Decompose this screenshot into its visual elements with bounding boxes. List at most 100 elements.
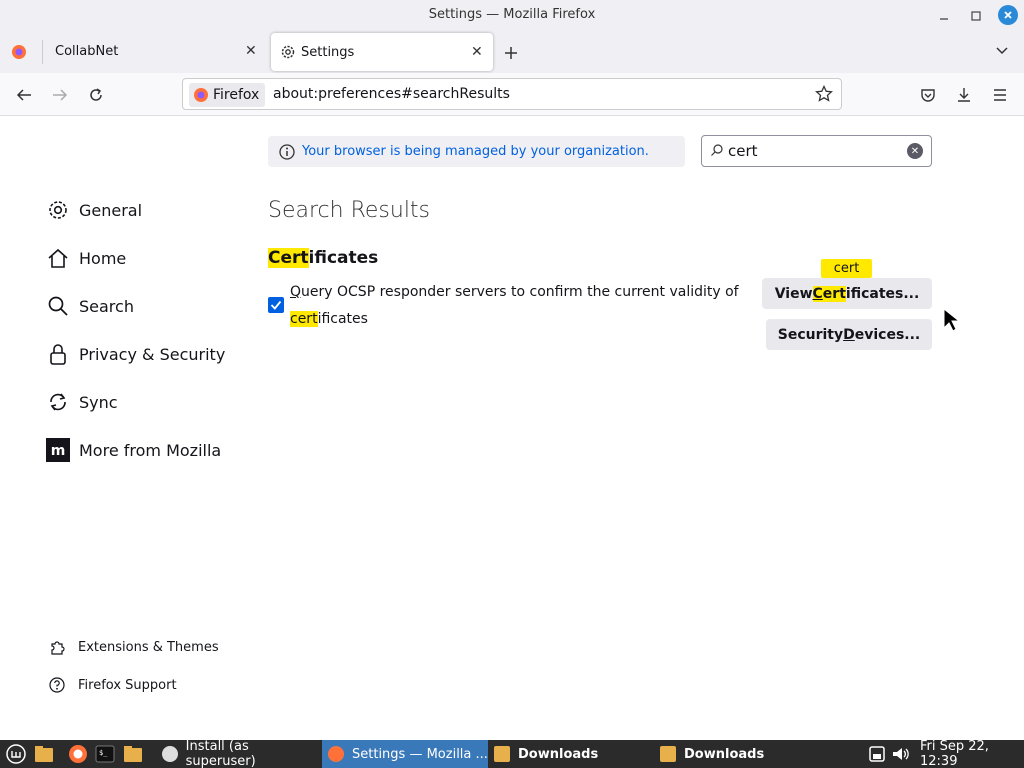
svg-text:$_: $_ xyxy=(99,749,108,757)
ocsp-label-continued[interactable]: certificates xyxy=(290,311,368,327)
task-firefox-settings[interactable]: Settings — Mozilla ... xyxy=(322,740,488,768)
clock[interactable]: Fri Sep 22, 12:39 xyxy=(920,739,1024,768)
close-tab-icon[interactable]: ✕ xyxy=(245,43,257,59)
clear-search-button[interactable]: ✕ xyxy=(907,143,923,159)
reload-icon xyxy=(90,88,102,101)
sidebar-item-search[interactable]: Search xyxy=(46,294,134,318)
firefox-launcher[interactable] xyxy=(68,740,88,768)
terminal-icon: $_ xyxy=(95,745,115,763)
maximize-button[interactable] xyxy=(965,5,987,27)
maximize-icon xyxy=(971,11,981,21)
sidebar-item-general[interactable]: General xyxy=(46,198,142,222)
gear-icon xyxy=(46,198,70,222)
mint-logo-icon xyxy=(6,744,26,764)
sidebar-item-label: Sync xyxy=(79,392,118,412)
bookmark-star-button[interactable] xyxy=(815,84,833,107)
new-tab-button[interactable] xyxy=(504,41,518,65)
svg-text:m: m xyxy=(51,443,66,459)
search-icon xyxy=(46,294,70,318)
sidebar-item-label: More from Mozilla xyxy=(79,440,222,460)
identity-box[interactable]: Firefox xyxy=(189,83,266,107)
sidebar-item-label: Home xyxy=(79,248,127,268)
task-label: Downloads xyxy=(684,746,765,762)
help-icon xyxy=(48,676,66,694)
policy-notice[interactable]: Your browser is being managed by your or… xyxy=(268,136,685,167)
page-title: Search Results xyxy=(268,198,431,223)
list-all-tabs-button[interactable] xyxy=(995,42,1009,61)
network-indicator[interactable] xyxy=(868,740,886,768)
back-arrow-icon xyxy=(16,89,31,101)
sidebar-item-home[interactable]: Home xyxy=(46,246,126,270)
close-tab-icon[interactable]: ✕ xyxy=(471,44,483,60)
forward-button[interactable] xyxy=(48,83,72,107)
installer-icon xyxy=(162,746,178,762)
gear-icon xyxy=(281,45,295,59)
minimize-icon xyxy=(940,18,948,20)
nav-bar: Firefox about:preferences#searchResults xyxy=(0,73,1024,116)
settings-search-input[interactable]: cert ✕ xyxy=(701,135,932,167)
puzzle-icon xyxy=(48,638,66,656)
close-window-button[interactable] xyxy=(998,5,1018,25)
app-menu-button[interactable] xyxy=(988,83,1012,107)
ocsp-label[interactable]: Query OCSP responder servers to confirm … xyxy=(290,284,739,300)
sidebar-item-more-from-mozilla[interactable]: m More from Mozilla xyxy=(46,438,221,462)
downloads-button[interactable] xyxy=(952,83,976,107)
sidebar-item-sync[interactable]: Sync xyxy=(46,390,118,414)
pocket-button[interactable] xyxy=(916,83,940,107)
sidebar-link-extensions-themes[interactable]: Extensions & Themes xyxy=(48,638,219,656)
tab-label: CollabNet xyxy=(55,43,119,59)
forward-arrow-icon xyxy=(53,89,68,101)
folder-download-icon xyxy=(494,746,510,762)
task-label: Downloads xyxy=(518,746,599,762)
title-bar: Settings — Mozilla Firefox xyxy=(0,0,1024,32)
view-certificates-button[interactable]: View Cert ificates... xyxy=(762,278,932,309)
mouse-cursor-icon xyxy=(943,308,961,332)
checkmark-icon xyxy=(270,300,282,310)
tab-collabnet[interactable]: CollabNet ✕ xyxy=(0,32,266,70)
chevron-down-icon xyxy=(996,47,1008,55)
tab-settings[interactable]: Settings ✕ xyxy=(271,33,493,71)
pocket-icon xyxy=(921,89,935,102)
sidebar-item-label: Privacy & Security xyxy=(79,344,226,364)
security-devices-button[interactable]: Security Devices... xyxy=(766,319,932,350)
sidebar-link-label: Firefox Support xyxy=(78,677,177,693)
files-launcher[interactable] xyxy=(34,740,54,768)
volume-indicator[interactable] xyxy=(891,740,911,768)
sidebar-item-privacy-security[interactable]: Privacy & Security xyxy=(46,342,225,366)
lock-icon xyxy=(46,342,70,366)
files-launcher-2[interactable] xyxy=(123,740,143,768)
url-text[interactable]: about:preferences#searchResults xyxy=(273,86,510,102)
policy-notice-text: Your browser is being managed by your or… xyxy=(302,144,649,159)
sidebar-item-label: General xyxy=(79,200,143,220)
firefox-icon xyxy=(69,745,87,763)
search-query[interactable]: cert xyxy=(728,142,758,160)
task-downloads-1[interactable]: Downloads xyxy=(488,740,648,768)
taskbar: $_ Install (as superuser) Settings — Moz… xyxy=(0,739,1024,768)
identity-label: Firefox xyxy=(213,87,260,103)
firefox-icon xyxy=(12,45,26,59)
tab-label: Settings xyxy=(301,44,355,60)
home-icon xyxy=(46,246,70,270)
url-bar[interactable]: Firefox about:preferences#searchResults xyxy=(182,78,842,110)
sidebar-link-firefox-support[interactable]: Firefox Support xyxy=(48,676,177,694)
minimize-button[interactable] xyxy=(933,5,955,27)
firefox-icon xyxy=(194,88,208,102)
sync-icon xyxy=(46,390,70,414)
terminal-launcher[interactable]: $_ xyxy=(95,740,115,768)
download-icon xyxy=(958,88,970,102)
tab-strip: CollabNet ✕ Settings ✕ xyxy=(0,32,1024,73)
section-title-certificates: Certificates xyxy=(268,248,379,268)
back-button[interactable] xyxy=(12,83,36,107)
task-downloads-2[interactable]: Downloads xyxy=(654,740,814,768)
reload-button[interactable] xyxy=(84,83,108,107)
firefox-icon xyxy=(328,746,344,762)
folder-icon xyxy=(124,746,142,762)
task-install-superuser[interactable]: Install (as superuser) xyxy=(156,739,320,768)
task-label: Settings — Mozilla ... xyxy=(352,746,488,762)
preferences-page: Your browser is being managed by your or… xyxy=(0,116,1024,740)
start-menu-button[interactable] xyxy=(6,740,26,768)
task-label: Install (as superuser) xyxy=(185,739,256,768)
folder-download-icon xyxy=(660,746,676,762)
network-icon xyxy=(869,746,885,762)
ocsp-checkbox[interactable] xyxy=(268,297,284,313)
